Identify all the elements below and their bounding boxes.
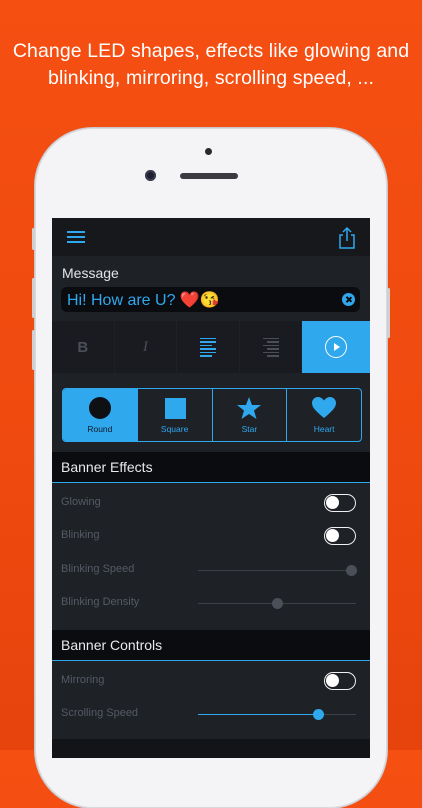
slider-fill — [198, 603, 277, 604]
led-shape-selector: Round Square Star Heart — [62, 388, 362, 442]
headline-line-1: Change LED shapes, effects like glowing … — [12, 40, 410, 62]
slider-knob[interactable] — [312, 709, 324, 720]
play-icon — [325, 336, 348, 358]
shape-heart-label: Heart — [313, 424, 335, 434]
blinking-density-label: Blinking Density — [61, 596, 140, 608]
banner-effects-title: Banner Effects — [61, 459, 153, 475]
headline-line-2: blinking, mirroring, scrolling speed, ..… — [48, 67, 374, 89]
blinking-toggle[interactable] — [324, 527, 356, 545]
glowing-row: Glowing — [52, 487, 370, 520]
mirroring-label: Mirroring — [61, 674, 105, 686]
share-icon[interactable] — [337, 226, 357, 250]
earpiece-speaker — [180, 173, 238, 179]
align-left-button[interactable] — [177, 321, 239, 373]
hamburger-icon[interactable] — [67, 231, 85, 243]
shape-square-button[interactable]: Square — [138, 389, 213, 441]
slider-fill — [198, 714, 319, 715]
scrolling-speed-slider[interactable] — [198, 709, 356, 720]
bold-button[interactable]: B — [52, 321, 114, 373]
format-toolbar: B I — [52, 321, 370, 373]
message-input[interactable]: Hi! How are U? ❤️😘 — [61, 287, 360, 312]
shape-round-label: Round — [87, 424, 113, 434]
front-camera — [145, 170, 156, 181]
phone-power-button — [387, 288, 390, 338]
shape-star-label: Star — [241, 424, 258, 434]
align-left-icon — [200, 337, 217, 357]
slider-fill — [198, 570, 352, 571]
italic-button[interactable]: I — [114, 321, 177, 373]
blinking-density-slider[interactable] — [198, 598, 356, 609]
scrolling-speed-row: Scrolling Speed — [52, 698, 370, 731]
message-input-value[interactable]: Hi! How are U? ❤️😘 — [67, 290, 220, 310]
blinking-row: Blinking — [52, 520, 370, 553]
app-screen: Message Hi! How are U? ❤️😘 B I Round Squ… — [52, 218, 370, 758]
phone-mute-switch — [32, 228, 35, 250]
shape-heart-button[interactable]: Heart — [287, 389, 361, 441]
blinking-speed-row: Blinking Speed — [52, 554, 370, 587]
slider-knob[interactable] — [345, 565, 357, 576]
headline: Change LED shapes, effects like glowing … — [0, 38, 422, 92]
banner-controls-title: Banner Controls — [61, 637, 163, 653]
top-bar — [52, 218, 370, 256]
sensor — [205, 148, 212, 155]
blinking-density-row: Blinking Density — [52, 587, 370, 620]
scrolling-speed-label: Scrolling Speed — [61, 707, 139, 719]
clear-icon[interactable] — [342, 293, 355, 306]
shape-round-button[interactable]: Round — [63, 389, 138, 441]
glowing-label: Glowing — [61, 496, 101, 508]
align-right-button[interactable] — [239, 321, 302, 373]
square-icon — [164, 398, 186, 419]
banner-controls-header: Banner Controls — [52, 630, 370, 661]
shape-star-button[interactable]: Star — [213, 389, 288, 441]
align-right-icon — [262, 337, 279, 357]
blinking-speed-label: Blinking Speed — [61, 563, 135, 575]
circle-icon — [88, 397, 111, 419]
play-button[interactable] — [302, 321, 370, 373]
blinking-speed-slider[interactable] — [198, 565, 357, 576]
banner-effects-header: Banner Effects — [52, 452, 370, 483]
shape-square-label: Square — [160, 424, 189, 434]
phone-volume-down — [32, 330, 35, 370]
message-label: Message — [62, 265, 119, 281]
glowing-toggle[interactable] — [324, 494, 356, 512]
blinking-label: Blinking — [61, 529, 100, 541]
phone-volume-up — [32, 278, 35, 318]
bottom-toolbar — [52, 739, 370, 758]
mirroring-row: Mirroring — [52, 665, 370, 698]
heart-icon — [312, 397, 337, 418]
mirroring-toggle[interactable] — [324, 672, 356, 690]
slider-knob[interactable] — [271, 598, 283, 609]
star-icon — [237, 397, 262, 419]
